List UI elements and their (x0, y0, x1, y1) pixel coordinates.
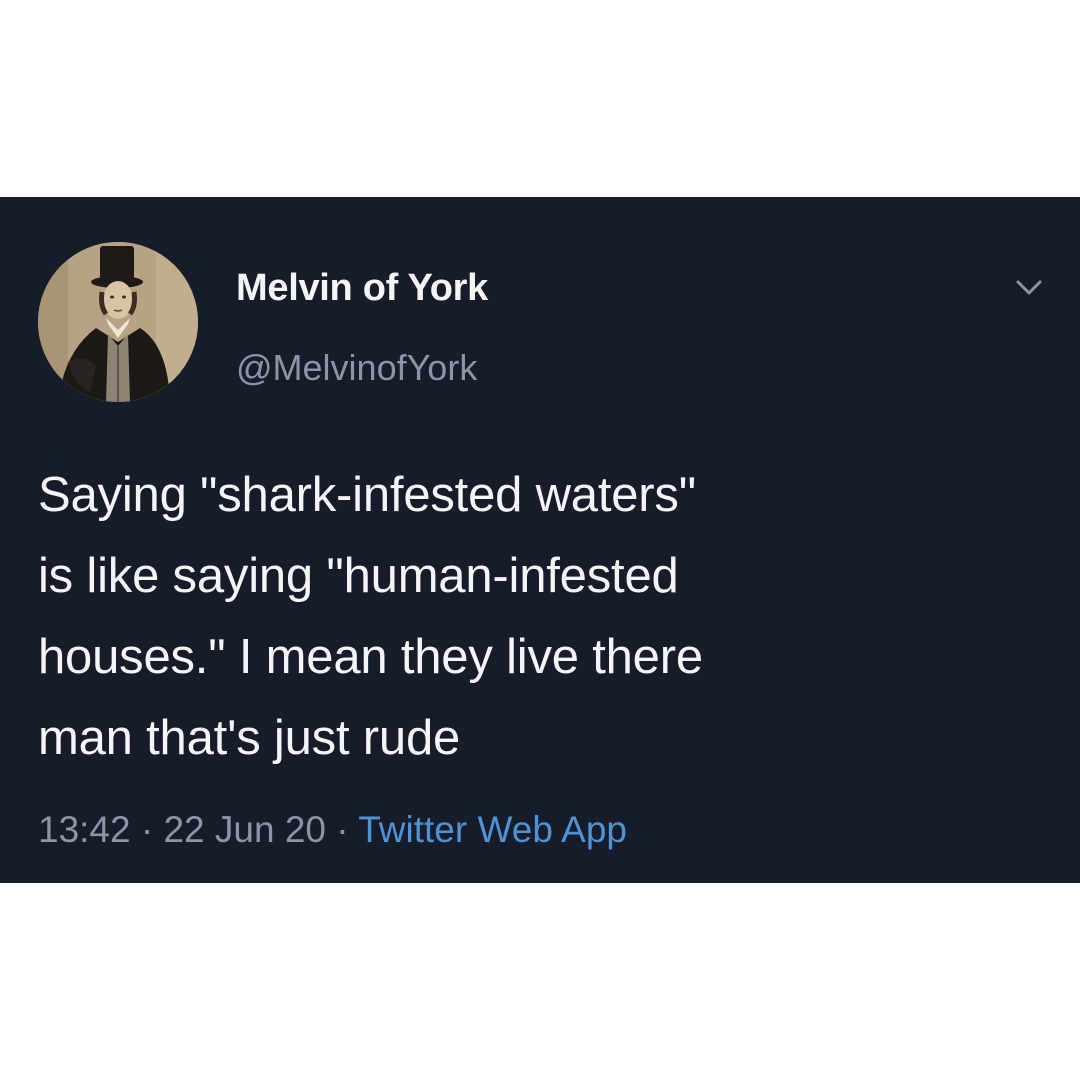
tweet-date[interactable]: 22 Jun 20 (163, 809, 326, 850)
tweet-card: Melvin of York @MelvinofYork Saying "sha… (0, 197, 1080, 883)
avatar-portrait-image (38, 242, 198, 402)
avatar[interactable] (38, 242, 198, 402)
tweet-source-link[interactable]: Twitter Web App (358, 809, 627, 850)
tweet-text-line: man that's just rude (38, 711, 461, 765)
tweet-text-line: is like saying "human-infested (38, 549, 679, 603)
separator-dot: · (140, 809, 154, 850)
author-name[interactable]: Melvin of York (236, 267, 488, 310)
page: Melvin of York @MelvinofYork Saying "sha… (0, 0, 1080, 1080)
chevron-down-icon[interactable] (1012, 277, 1046, 299)
tweet-text: Saying "shark-infested waters" is like s… (38, 455, 1038, 779)
separator-dot: · (336, 809, 349, 850)
tweet-time[interactable]: 13:42 (38, 809, 131, 850)
author-handle[interactable]: @MelvinofYork (236, 347, 477, 389)
tweet-metadata: 13:42 · 22 Jun 20 · Twitter Web App (38, 809, 627, 851)
tweet-text-line: Saying "shark-infested waters" (38, 468, 696, 522)
tweet-text-line: houses." I mean they live there (38, 630, 703, 684)
